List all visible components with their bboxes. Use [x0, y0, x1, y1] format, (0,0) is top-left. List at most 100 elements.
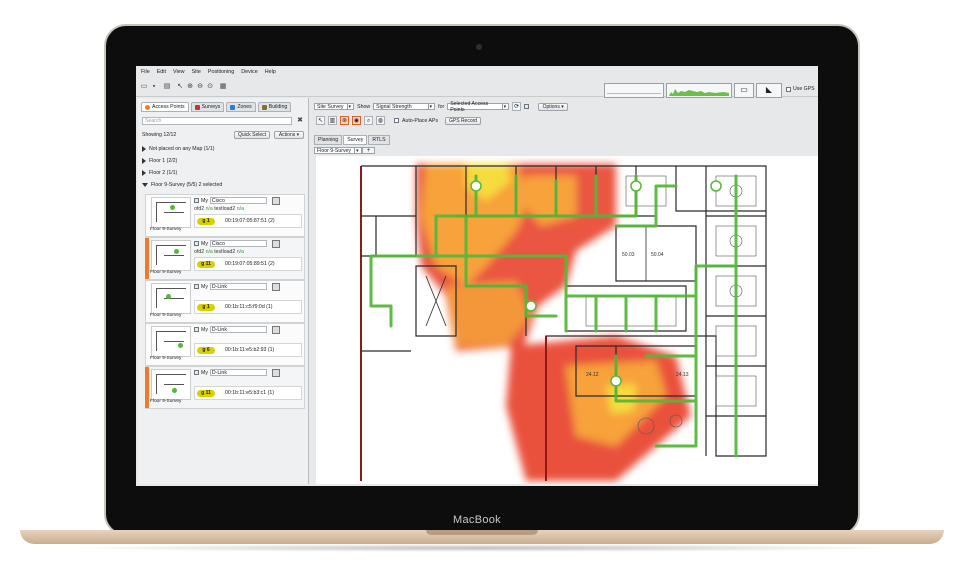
ap-card[interactable]: Floor 9-Survey My D-Link g 1 00:1b:11:c5:f…	[145, 280, 305, 323]
tab-planning[interactable]: Planning	[314, 135, 343, 145]
ap-mac: 00:19:07:05:87:51 (2)	[225, 218, 275, 224]
channel-badge: g 11	[197, 260, 215, 268]
tree-node[interactable]: Not placed on any Map (1/1)	[142, 143, 222, 155]
menu-file[interactable]: File	[141, 69, 150, 77]
tab-zones[interactable]: Zones	[226, 102, 256, 112]
survey-walk-icon[interactable]: ◉	[352, 116, 361, 125]
pointer-zoom-icon[interactable]: ↖	[176, 83, 184, 91]
ap-ssid2: testload2	[214, 249, 236, 255]
search-input[interactable]: Search	[142, 117, 292, 125]
options-button[interactable]: Options ▾	[538, 102, 569, 111]
apply-checkbox[interactable]	[524, 104, 530, 109]
zone-icon	[230, 104, 236, 110]
floor-thumbnail	[151, 326, 191, 357]
measure-icon[interactable]: ▥	[328, 116, 337, 125]
floor-select[interactable]: Floor 9-Survey ▾	[314, 147, 362, 154]
ap-na: n/a	[236, 206, 244, 212]
ap-marker[interactable]	[525, 300, 537, 312]
ap-card[interactable]: Floor 9-Survey My D-Link g 11 00:1b:11:e5:…	[145, 366, 305, 409]
menu-edit[interactable]: Edit	[157, 69, 166, 77]
report-icon[interactable]: ▦	[219, 83, 227, 91]
clear-search-icon[interactable]: ✖	[296, 117, 304, 125]
ap-card[interactable]: Floor 9-Survey My Cisco ofd2 n/a testload…	[145, 194, 305, 237]
tab-rtls[interactable]: RTLS	[368, 135, 390, 145]
ap-marker[interactable]	[610, 375, 622, 387]
ap-visible-checkbox[interactable]	[194, 327, 199, 332]
tree-node[interactable]: Floor 1 (2/2)	[142, 155, 222, 167]
ap-vendor-field[interactable]: Cisco	[209, 197, 267, 204]
for-label: for	[438, 103, 445, 110]
ap-marker[interactable]	[470, 180, 482, 192]
ap-edit-icon[interactable]	[272, 326, 280, 334]
ap-marker[interactable]	[630, 180, 642, 192]
tab-surveys[interactable]: Surveys	[190, 102, 225, 112]
ap-visible-checkbox[interactable]	[194, 198, 199, 203]
use-gps-checkbox[interactable]	[786, 86, 791, 92]
quick-select-button[interactable]: Quick Select	[234, 131, 270, 139]
use-gps-toggle[interactable]: Use GPS	[786, 86, 815, 92]
ap-radio-row[interactable]: g 6 00:1b:11:e5:b2:93 (1)	[194, 343, 302, 357]
ap-radio-row[interactable]: g 11 00:1b:11:e5:b3:c1 (1)	[194, 386, 302, 400]
ap-edit-icon[interactable]	[272, 240, 280, 248]
room-label: 50.03	[622, 252, 635, 258]
add-floor-button[interactable]: +	[362, 147, 375, 154]
auto-place-checkbox[interactable]	[394, 118, 399, 123]
print-icon[interactable]: ▤	[163, 83, 171, 91]
menu-device[interactable]: Device	[241, 69, 257, 77]
mode-select[interactable]: Site Survey ▾	[314, 103, 355, 110]
ap-visible-checkbox[interactable]	[194, 370, 199, 375]
ap-card[interactable]: Floor 9-Survey My D-Link g 6 00:1b:11:e5:b…	[145, 323, 305, 366]
heatmap-canvas[interactable]: 50.03 50.04 24.12 24.13	[316, 156, 818, 484]
tab-access-points[interactable]: Access Points	[141, 102, 189, 112]
ap-marker[interactable]	[710, 180, 722, 192]
tab-access-points-label: Access Points	[152, 104, 185, 110]
selection-marker	[145, 238, 149, 279]
open-folder-icon[interactable]: ▭	[140, 83, 148, 91]
adapter-icon[interactable]: ◣	[756, 83, 782, 98]
ap-vendor-field[interactable]: D-Link	[209, 369, 267, 376]
ap-vendor-field[interactable]: D-Link	[209, 283, 267, 290]
select-cursor-icon[interactable]: ↖	[316, 116, 325, 125]
tree-node-label: Floor 1 (2/2)	[149, 158, 178, 164]
zoom-in-icon[interactable]: ⊕	[186, 83, 194, 91]
device-icon[interactable]: ▭	[734, 83, 754, 98]
tree-node[interactable]: Floor 9-Survey (5/5) 2 selected	[142, 179, 222, 191]
globe-icon[interactable]: ◍	[376, 116, 385, 125]
ap-visible-checkbox[interactable]	[194, 241, 199, 246]
gps-record-button[interactable]: GPS Record	[445, 116, 482, 125]
ap-edit-icon[interactable]	[272, 197, 280, 205]
room-label: 50.04	[651, 252, 664, 258]
zoom-out-icon[interactable]: ⊖	[196, 83, 204, 91]
menu-positioning[interactable]: Positioning	[208, 69, 234, 77]
ap-card[interactable]: Floor 9-Survey My Cisco ofd2 n/a testload…	[145, 237, 305, 280]
tree-node[interactable]: Floor 2 (1/1)	[142, 167, 222, 179]
survey-stop-icon[interactable]: ⊗	[340, 116, 349, 125]
expand-icon	[142, 158, 146, 164]
menu-bar: File Edit View Site Positioning Device H…	[136, 69, 276, 77]
chevron-down-icon: ▾	[501, 103, 507, 110]
refresh-icon[interactable]: ⟳	[512, 102, 522, 111]
ap-mac: 00:1b:11:c5:f9:0d (1)	[225, 304, 273, 310]
ap-vendor-field[interactable]: Cisco	[209, 240, 267, 247]
ap-radio-row[interactable]: g 11 00:19:07:05:89:51 (2)	[194, 257, 302, 271]
zoom-fit-icon[interactable]: ⊙	[206, 83, 214, 91]
search-icon[interactable]: ⌕	[364, 116, 373, 125]
save-icon[interactable]: ▪	[150, 83, 158, 91]
tab-survey[interactable]: Survey	[343, 135, 368, 145]
ap-radio-row[interactable]: g 1 00:1b:11:c5:f9:0d (1)	[194, 300, 302, 314]
ap-floor-label: Floor 9-Survey	[150, 313, 182, 318]
ap-vendor-field[interactable]: D-Link	[209, 326, 267, 333]
ap-visible-checkbox[interactable]	[194, 284, 199, 289]
menu-site[interactable]: Site	[192, 69, 201, 77]
tab-building[interactable]: Building	[257, 102, 292, 112]
menu-help[interactable]: Help	[265, 69, 276, 77]
ap-edit-icon[interactable]	[272, 283, 280, 291]
show-label: Show	[357, 103, 371, 110]
actions-button[interactable]: Actions ▾	[274, 131, 304, 139]
ap-radio-row[interactable]: g 1 00:19:07:05:87:51 (2)	[194, 214, 302, 228]
for-select[interactable]: Selected Access Points ▾	[447, 101, 510, 113]
ap-edit-icon[interactable]	[272, 369, 280, 377]
menu-view[interactable]: View	[173, 69, 185, 77]
floor-map[interactable]: 50.03 50.04 24.12 24.13	[316, 156, 818, 484]
show-select[interactable]: Signal Strength ▾	[373, 103, 436, 110]
